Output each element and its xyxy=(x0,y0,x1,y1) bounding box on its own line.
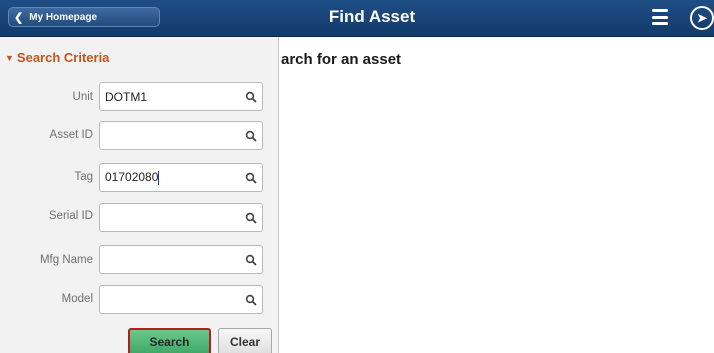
search-criteria-toggle[interactable]: ▼ Search Criteria xyxy=(5,50,109,65)
model-lookup-search-icon[interactable] xyxy=(240,287,262,313)
unit-label: Unit xyxy=(72,91,93,103)
serial-id-field[interactable] xyxy=(99,203,263,232)
mfg-name-label: Mfg Name xyxy=(39,254,93,266)
search-criteria-title: Search Criteria xyxy=(16,50,110,65)
tag-field[interactable]: 01702080 xyxy=(99,163,263,192)
hamburger-menu-icon[interactable] xyxy=(652,9,668,25)
my-homepage-button[interactable]: ❮ My Homepage xyxy=(8,7,160,27)
main-heading: arch for an asset xyxy=(281,51,402,68)
my-homepage-label: My Homepage xyxy=(29,11,98,23)
asset-id-field[interactable] xyxy=(99,121,263,150)
tag-lookup-search-icon[interactable] xyxy=(240,165,262,191)
unit-lookup-search-icon[interactable] xyxy=(240,84,262,110)
unit-value: DOTM1 xyxy=(105,89,147,104)
navbar-compass-icon[interactable]: ➤ xyxy=(690,6,714,30)
serial-id-lookup-search-icon[interactable] xyxy=(240,205,262,231)
asset-id-label: Asset ID xyxy=(49,129,93,141)
back-chevron-icon: ❮ xyxy=(14,11,24,24)
clear-button[interactable]: Clear xyxy=(218,328,272,353)
mfg-name-field[interactable] xyxy=(99,245,263,274)
tag-value-wrap: 01702080 xyxy=(105,170,240,185)
model-field[interactable] xyxy=(99,285,263,314)
page-title: Find Asset xyxy=(328,7,416,26)
asset-id-lookup-search-icon[interactable] xyxy=(240,123,262,149)
mfg-name-lookup-search-icon[interactable] xyxy=(240,247,262,273)
model-label: Model xyxy=(61,293,93,305)
collapse-triangle-icon: ▼ xyxy=(5,52,14,63)
tag-label: Tag xyxy=(74,171,93,183)
text-cursor xyxy=(158,170,160,185)
tag-value: 01702080 xyxy=(105,170,159,185)
unit-field[interactable]: DOTM1 xyxy=(99,82,263,111)
serial-id-label: Serial ID xyxy=(48,210,93,222)
top-header-bar: ❮ My Homepage Find Asset ➤ xyxy=(0,0,714,37)
search-button[interactable]: Search xyxy=(128,328,211,353)
